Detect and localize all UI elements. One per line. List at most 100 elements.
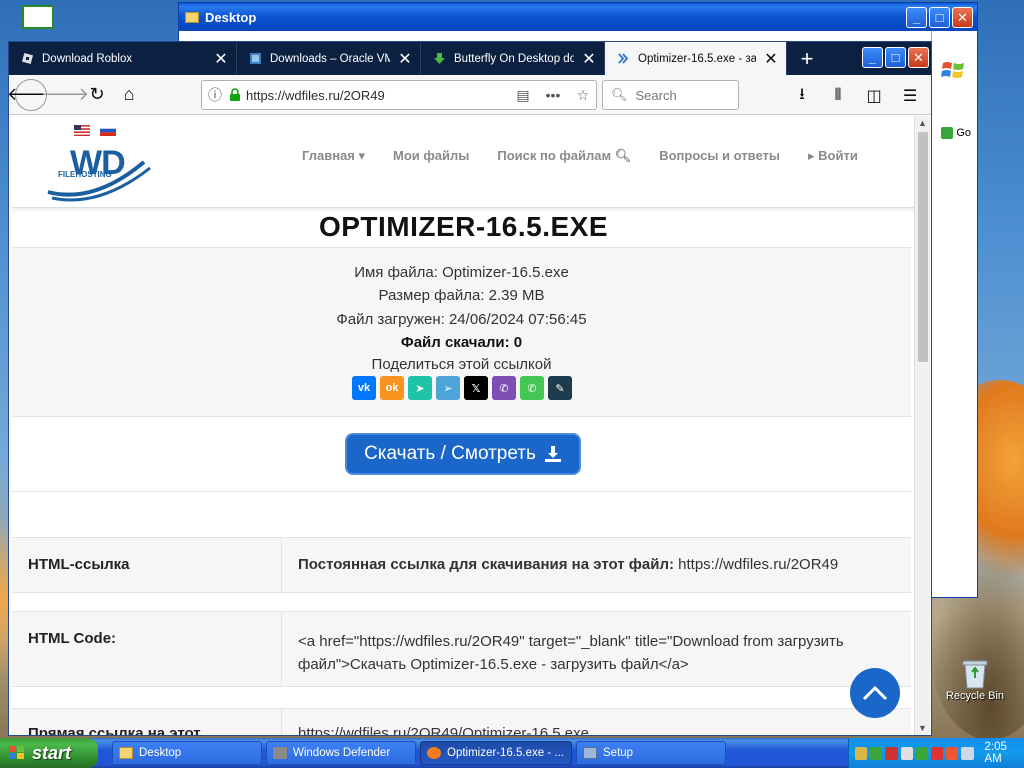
page-actions-icon[interactable]: ••• bbox=[536, 87, 570, 103]
tab-download-roblox[interactable]: Download Roblox ✕ bbox=[9, 42, 237, 75]
info-icon[interactable]: ⓘ bbox=[202, 85, 228, 105]
bookmark-star-icon[interactable]: ☆ bbox=[570, 87, 596, 104]
minimize-button[interactable]: _ bbox=[862, 47, 883, 68]
file-info-box: Имя файла: Optimizer-16.5.exe Размер фай… bbox=[12, 247, 911, 417]
nav-bar: 🡐 🡒 ↻ ⌂ ⓘ https://wdfiles.ru/2OR49 ▤ •••… bbox=[7, 75, 931, 115]
search-input[interactable]: 🔍︎ Search bbox=[602, 80, 739, 110]
close-tab-icon[interactable]: ✕ bbox=[398, 49, 412, 69]
close-tab-icon[interactable]: ✕ bbox=[582, 49, 596, 69]
row-value[interactable]: https://wdfiles.ru/2OR49 bbox=[678, 556, 838, 573]
certificate-icon bbox=[22, 5, 54, 29]
file-downloads: Файл скачали: 0 bbox=[400, 334, 523, 351]
maximize-button[interactable]: □ bbox=[885, 47, 906, 68]
maximize-button[interactable]: □ bbox=[929, 7, 950, 28]
task-label: Desktop bbox=[139, 747, 182, 759]
folder-icon bbox=[185, 11, 199, 23]
us-flag-icon[interactable] bbox=[74, 125, 90, 136]
page-scrollbar[interactable]: ▲ ▼ bbox=[914, 116, 930, 735]
url-text: https://wdfiles.ru/2OR49 bbox=[246, 87, 385, 103]
defender-icon bbox=[273, 747, 287, 759]
download-button[interactable]: Скачать / Смотреть bbox=[345, 433, 581, 475]
explorer-title: Desktop bbox=[205, 9, 257, 25]
reload-button[interactable]: ↻ bbox=[81, 79, 113, 111]
tray-warning-icon[interactable] bbox=[946, 746, 959, 760]
firefox-icon bbox=[427, 747, 441, 759]
desktop-icon-top-left[interactable] bbox=[22, 5, 54, 29]
menu-icon[interactable]: ☰ bbox=[895, 80, 925, 112]
row-label: HTML Code: bbox=[28, 630, 117, 647]
scroll-to-top-button[interactable] bbox=[850, 668, 900, 718]
windows-logo-icon bbox=[941, 62, 964, 78]
whatsapp-icon[interactable]: ✆ bbox=[520, 376, 544, 400]
home-button[interactable]: ⌂ bbox=[113, 79, 145, 111]
tray-alert-icon[interactable] bbox=[930, 746, 944, 760]
forward-button[interactable]: 🡒 bbox=[41, 79, 89, 111]
tab-downloads-oracle[interactable]: Downloads – Oracle VM V ✕ bbox=[237, 42, 421, 75]
download-arrow-icon bbox=[434, 53, 445, 64]
close-tab-icon[interactable]: ✕ bbox=[764, 49, 778, 69]
ok-icon[interactable]: ok bbox=[380, 376, 404, 400]
sidebar-icon[interactable]: ◫ bbox=[859, 80, 889, 112]
tray-network-icon[interactable] bbox=[855, 746, 868, 760]
table-row: HTML Code: <a href="https://wdfiles.ru/2… bbox=[12, 611, 911, 687]
task-label: Windows Defender bbox=[293, 747, 391, 759]
scroll-down-arrow-icon[interactable]: ▼ bbox=[918, 723, 927, 733]
task-optimizer[interactable]: Optimizer-16.5.exe - ... bbox=[420, 741, 572, 765]
sms-icon[interactable]: ➤ bbox=[408, 376, 432, 400]
recycle-bin[interactable]: Recycle Bin bbox=[940, 656, 1010, 702]
tab-label: Downloads – Oracle VM V bbox=[270, 52, 390, 65]
close-tab-icon[interactable]: ✕ bbox=[214, 49, 228, 69]
download-row: Скачать / Смотреть bbox=[12, 418, 911, 492]
task-label: Optimizer-16.5.exe - ... bbox=[447, 747, 564, 759]
roblox-icon bbox=[21, 52, 34, 65]
start-button[interactable]: start bbox=[0, 738, 98, 768]
row-label: HTML-ссылка bbox=[28, 556, 130, 573]
tray-defender-icon[interactable] bbox=[915, 746, 928, 760]
tab-butterfly[interactable]: Butterfly On Desktop dow ✕ bbox=[421, 42, 605, 75]
close-button[interactable]: ✕ bbox=[952, 7, 973, 28]
table-row: Прямая ссылка на этот https://wdfiles.ru… bbox=[12, 708, 911, 735]
minimize-button[interactable]: _ bbox=[906, 7, 927, 28]
vk-icon[interactable]: vk bbox=[352, 376, 376, 400]
wd-logo[interactable]: WD FILEHOSTING bbox=[44, 142, 154, 204]
task-desktop[interactable]: Desktop bbox=[112, 741, 262, 765]
new-tab-button[interactable]: + bbox=[787, 42, 827, 75]
tab-bar: Download Roblox ✕ Downloads – Oracle VM … bbox=[9, 42, 931, 75]
row-value[interactable]: <a href="https://wdfiles.ru/2OR49" targe… bbox=[298, 633, 844, 673]
tray-update-icon[interactable] bbox=[900, 746, 913, 760]
tray-security-icon[interactable] bbox=[885, 746, 898, 760]
tray-shield-icon[interactable] bbox=[870, 746, 883, 760]
tab-optimizer[interactable]: Optimizer-16.5.exe - загру ✕ bbox=[605, 42, 787, 75]
search-icon: 🔍︎ bbox=[611, 87, 628, 102]
scroll-up-arrow-icon[interactable]: ▲ bbox=[918, 118, 927, 128]
telegram-icon[interactable]: ➢ bbox=[436, 376, 460, 400]
file-title: OPTIMIZER-16.5.EXE bbox=[318, 211, 609, 242]
livejournal-icon[interactable]: ✎ bbox=[548, 376, 572, 400]
reader-view-icon[interactable]: ▤ bbox=[510, 87, 536, 104]
scrollbar-thumb[interactable] bbox=[918, 132, 928, 362]
library-icon[interactable]: ⫴ bbox=[823, 80, 853, 112]
explorer-title-bar[interactable]: Desktop bbox=[179, 3, 977, 31]
task-setup[interactable]: Setup bbox=[576, 741, 726, 765]
site-menu: Главная ▾ Мои файлы Поиск по файлам 🔍︎ В… bbox=[302, 148, 858, 164]
setup-icon bbox=[583, 747, 597, 759]
row-value[interactable]: https://wdfiles.ru/2OR49/Optimizer-16.5.… bbox=[298, 725, 589, 735]
viber-icon[interactable]: ✆ bbox=[492, 376, 516, 400]
tray-volume-icon[interactable] bbox=[961, 746, 974, 760]
language-flags bbox=[74, 125, 116, 136]
logo-swoosh-icon bbox=[47, 160, 151, 202]
close-button[interactable]: ✕ bbox=[908, 47, 929, 68]
menu-file-search[interactable]: Поиск по файлам 🔍︎ bbox=[497, 148, 631, 164]
downloads-icon[interactable]: ⭳ bbox=[787, 80, 817, 112]
menu-my-files[interactable]: Мои файлы bbox=[393, 148, 469, 164]
go-button[interactable]: Go bbox=[941, 127, 971, 139]
menu-faq[interactable]: Вопросы и ответы bbox=[659, 148, 780, 164]
ru-flag-icon[interactable] bbox=[100, 125, 116, 136]
taskbar: start Desktop Windows Defender Optimizer… bbox=[0, 738, 1024, 768]
url-bar[interactable]: ⓘ https://wdfiles.ru/2OR49 ▤ ••• ☆ bbox=[201, 80, 597, 110]
task-windows-defender[interactable]: Windows Defender bbox=[266, 741, 416, 765]
menu-home[interactable]: Главная ▾ bbox=[302, 148, 365, 164]
share-buttons: vk ok ➤ ➢ 𝕏 ✆ ✆ ✎ bbox=[352, 376, 572, 400]
menu-login[interactable]: ▸ Войти bbox=[808, 148, 858, 164]
x-icon[interactable]: 𝕏 bbox=[464, 376, 488, 400]
